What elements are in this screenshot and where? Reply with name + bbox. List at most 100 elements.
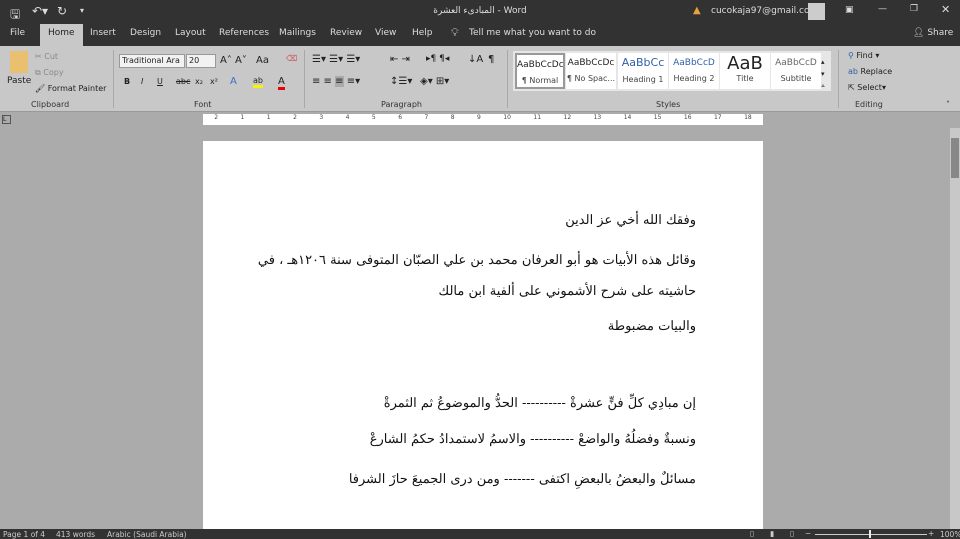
vertical-scrollbar[interactable] [950, 128, 960, 529]
document-line[interactable]: والبيات مضبوطة [608, 319, 696, 334]
clear-formatting-icon[interactable]: ⌫ [286, 54, 297, 63]
warning-icon[interactable]: ▲ [693, 5, 701, 16]
cursor-icon: ⇱ [848, 83, 855, 92]
web-layout-icon[interactable]: ▯ [790, 529, 794, 538]
horizontal-ruler[interactable]: L 2 1 1 2 3 4 5 6 7 8 9 10 11 12 13 14 15 16 17 18 [0, 112, 960, 128]
cut-button[interactable]: ✂ Cut [35, 52, 58, 61]
format-painter-label: Format Painter [47, 84, 107, 93]
tab-help[interactable]: Help [412, 28, 433, 38]
tab-insert[interactable]: Insert [90, 28, 116, 38]
tab-review[interactable]: Review [330, 28, 362, 38]
ruler-tick-label: 4 [345, 114, 350, 121]
replace-icon: ab [848, 67, 858, 76]
style-heading-1[interactable]: AaBbCc Heading 1 [618, 53, 668, 89]
style-preview: AaB [727, 53, 763, 74]
ruler-scale: 2 1 1 2 3 4 5 6 7 8 9 10 11 12 13 14 15 16 17 18 [203, 114, 763, 125]
tab-selector-icon[interactable]: L [2, 115, 11, 124]
tab-view[interactable]: View [375, 28, 396, 38]
superscript-button[interactable]: x² [210, 77, 218, 86]
ribbon-display-icon[interactable]: ▣ [845, 5, 854, 15]
show-marks-icon[interactable]: ¶ [488, 54, 494, 65]
tab-references[interactable]: References [219, 28, 269, 38]
zoom-in-icon[interactable]: + [928, 529, 934, 538]
shading-icon[interactable]: ◈▾ ⊞▾ [420, 76, 449, 87]
close-icon[interactable]: ✕ [941, 3, 950, 16]
document-line[interactable]: مسائلٌ والبعضُ بالبعضِ اكتفى ------- ومن… [349, 472, 696, 487]
style-name: Subtitle [780, 74, 812, 83]
restore-icon[interactable]: ❐ [910, 4, 918, 14]
print-layout-icon[interactable]: ▮ [770, 529, 774, 538]
style-no-spacing[interactable]: AaBbCcDc ¶ No Spac... [566, 53, 616, 89]
sort-icon[interactable]: ↓A [468, 54, 483, 65]
document-line[interactable]: إن مبادِي كلِّ فنٍّ عشرةْ ---------- الح… [384, 396, 696, 411]
italic-button[interactable]: I [141, 77, 143, 86]
find-button[interactable]: ⚲ Find ▾ [848, 51, 879, 60]
cut-label: Cut [44, 52, 59, 61]
tab-mailings[interactable]: Mailings [279, 28, 316, 38]
zoom-out-icon[interactable]: − [805, 529, 811, 538]
style-subtitle[interactable]: AaBbCcD Subtitle [771, 53, 821, 89]
page-count[interactable]: Page 1 of 4 [3, 530, 45, 539]
style-normal[interactable]: AaBbCcDc ¶ Normal [515, 53, 565, 89]
subscript-button[interactable]: x₂ [195, 77, 203, 86]
text-direction-icon[interactable]: ▸¶ ¶◂ [426, 54, 449, 64]
tell-me-input[interactable]: Tell me what you want to do [469, 28, 596, 38]
ruler-tick-label: 2 [293, 114, 297, 121]
underline-button[interactable]: U [157, 77, 163, 86]
editing-label: Editing [855, 100, 883, 109]
language[interactable]: Arabic (Saudi Arabia) [107, 530, 187, 539]
format-painter-button[interactable]: 🖌︎ Format Painter [35, 84, 106, 93]
text-effects-icon[interactable]: A [230, 76, 237, 87]
document-page[interactable]: وفقك الله أخي عز الدين وقائل هذه الأبيات… [203, 141, 763, 539]
document-line[interactable]: وفقك الله أخي عز الدين [565, 213, 696, 228]
grow-font-icon[interactable]: A˄ A˅ [220, 55, 247, 66]
scrollbar-thumb[interactable] [951, 138, 959, 178]
style-name: ¶ Normal [521, 76, 559, 85]
style-name: ¶ No Spac... [566, 74, 616, 83]
line-spacing-icon[interactable]: ↕☰▾ [390, 76, 412, 87]
collapse-ribbon-icon[interactable]: ˄ [946, 100, 950, 109]
zoom-slider-handle[interactable] [869, 530, 871, 538]
tab-layout[interactable]: Layout [175, 28, 206, 38]
ruler-tick-label: 2 [214, 114, 219, 121]
paste-button[interactable]: Paste [7, 76, 31, 86]
font-color-icon[interactable]: A [278, 76, 285, 90]
style-title[interactable]: AaB Title [720, 53, 770, 89]
tab-home[interactable]: Home [40, 24, 83, 46]
divider [838, 50, 839, 108]
style-heading-2[interactable]: AaBbCcD Heading 2 [669, 53, 719, 89]
bold-button[interactable]: B [124, 77, 130, 86]
indent-icon[interactable]: ⇤ ⇥ [390, 54, 410, 65]
document-line[interactable]: ونسبةٌ وفضلُهُ والواضعْ ---------- والاس… [370, 432, 696, 447]
copy-button[interactable]: ⧉ Copy [35, 68, 64, 78]
zoom-level[interactable]: 100% [940, 530, 960, 539]
font-size-select[interactable]: 20 [186, 54, 216, 68]
lightbulb-icon: 💡︎ [451, 26, 459, 39]
avatar[interactable] [808, 3, 825, 20]
replace-button[interactable]: ab Replace [848, 67, 892, 76]
highlight-icon[interactable]: ab [253, 76, 263, 88]
document-line[interactable]: حاشيته على شرح الأشموني على ألفية ابن ما… [439, 284, 697, 299]
align-icon[interactable]: ≡ ≡ ≡ ≡▾ [312, 76, 360, 87]
strikethrough-button[interactable]: abc [176, 77, 190, 86]
minimize-icon[interactable]: — [878, 4, 887, 14]
ruler-tick-label: 12 [563, 114, 572, 121]
styles-scroll-icon[interactable]: ▴ ▾ ⩡ [821, 56, 825, 92]
tab-file[interactable]: File [10, 28, 25, 38]
account-email[interactable]: cucokaja97@gmail.com [711, 6, 818, 16]
font-name-select[interactable]: Traditional Ara [119, 54, 185, 68]
share-button[interactable]: 👤︎ Share [913, 28, 953, 38]
ruler-tick-label: 1 [266, 114, 271, 121]
paragraph-label: Paragraph [381, 100, 422, 109]
paste-icon[interactable] [10, 51, 28, 73]
zoom-slider[interactable] [815, 534, 927, 535]
select-button[interactable]: ⇱ Select▾ [848, 83, 886, 92]
read-mode-icon[interactable]: ▯ [750, 529, 754, 538]
document-line[interactable]: وقائل هذه الأبيات هو أبو العرفان محمد بن… [258, 253, 696, 268]
bullets-icon[interactable]: ☰▾ ☰▾ ☰▾ [312, 54, 360, 65]
ruler-tick-label: 7 [424, 114, 429, 121]
tab-design[interactable]: Design [130, 28, 161, 38]
word-count[interactable]: 413 words [56, 530, 95, 539]
vertical-ruler[interactable] [0, 128, 12, 529]
change-case-button[interactable]: Aa [256, 55, 269, 66]
